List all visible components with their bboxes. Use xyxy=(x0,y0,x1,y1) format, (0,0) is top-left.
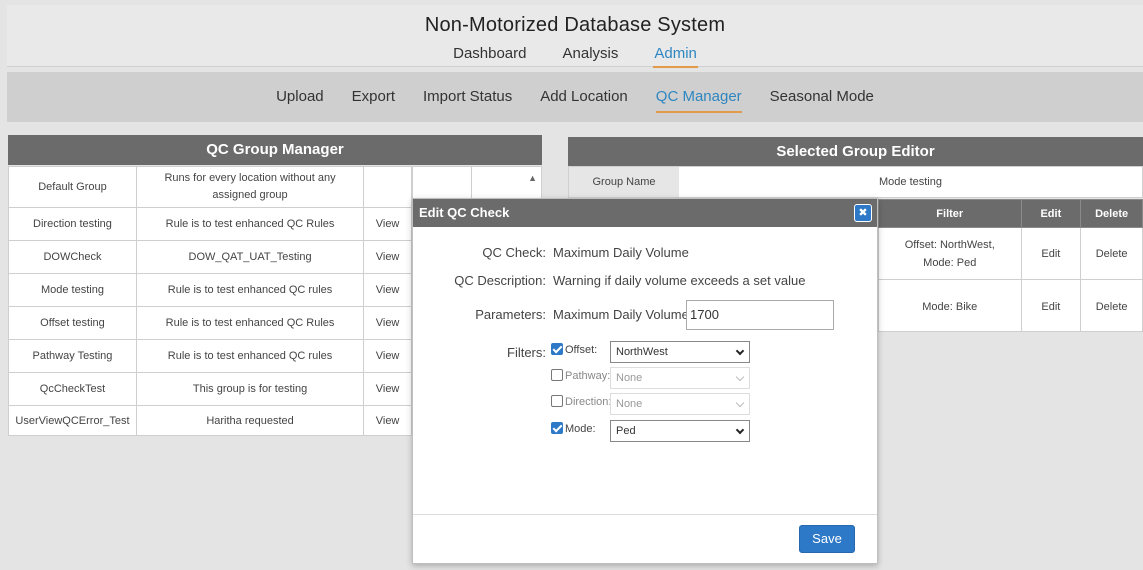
group-name: Mode testing xyxy=(8,273,137,307)
offset-select[interactable]: NorthWest xyxy=(610,341,750,363)
filter-description: Offset: NorthWest, Mode: Ped xyxy=(878,227,1022,280)
close-icon[interactable]: ✖ xyxy=(854,204,872,222)
mode-select[interactable]: Ped xyxy=(610,420,750,442)
app-header: Non-Motorized Database System Dashboard … xyxy=(7,5,1143,68)
group-description: Runs for every location without any assi… xyxy=(135,166,365,208)
dialog-footer-divider xyxy=(413,514,877,515)
app-title: Non-Motorized Database System xyxy=(424,14,726,36)
view-link[interactable]: View xyxy=(363,240,412,274)
delete-link[interactable]: Delete xyxy=(1080,279,1143,332)
filter-pathway-label: Pathway: xyxy=(551,369,610,382)
table-row: Mode: Bike Edit Delete xyxy=(878,279,1143,332)
subnav-import-status[interactable]: Import Status xyxy=(423,88,512,113)
group-name: Offset testing xyxy=(8,306,137,340)
chevron-down-icon xyxy=(735,372,745,382)
qc-check-label: QC Check: xyxy=(482,245,546,260)
admin-subnav: Upload Export Import Status Add Location… xyxy=(7,88,1143,113)
group-name: Direction testing xyxy=(8,207,137,241)
qc-check-value: Maximum Daily Volume xyxy=(553,245,689,260)
offset-checkbox[interactable] xyxy=(551,343,563,355)
chevron-down-icon xyxy=(735,398,745,408)
maximum-daily-volume-input[interactable]: 1700 xyxy=(686,300,834,330)
group-description: DOW_QAT_UAT_Testing xyxy=(135,240,365,274)
qc-description-label: QC Description: xyxy=(454,273,546,288)
edit-qc-check-dialog: Edit QC Check ✖ QC Check: Maximum Daily … xyxy=(412,198,878,564)
view-link[interactable]: View xyxy=(363,306,412,340)
subnav-upload[interactable]: Upload xyxy=(276,88,324,113)
table-row[interactable]: Pathway Testing Rule is to test enhanced… xyxy=(8,339,412,373)
pathway-select: None xyxy=(610,367,750,389)
table-row[interactable]: UserViewQCError_Test Haritha requested V… xyxy=(8,405,412,436)
filter-offset-label: Offset: xyxy=(551,343,597,356)
filter-offset: Offset: NorthWest xyxy=(551,341,881,363)
admin-subnav-bar: Upload Export Import Status Add Location… xyxy=(7,72,1143,122)
filter-description: Mode: Bike xyxy=(878,279,1022,332)
column-header-delete: Delete xyxy=(1080,199,1143,228)
group-description: Rule is to test enhanced QC Rules xyxy=(135,306,365,340)
nav-dashboard[interactable]: Dashboard xyxy=(452,45,527,68)
table-row[interactable]: Mode testing Rule is to test enhanced QC… xyxy=(8,273,412,307)
view-link[interactable]: View xyxy=(363,273,412,307)
group-name: QcCheckTest xyxy=(8,372,137,406)
edit-link[interactable]: Edit xyxy=(1020,227,1082,280)
nav-admin[interactable]: Admin xyxy=(653,45,698,68)
column-header-edit: Edit xyxy=(1020,199,1082,228)
dialog-header: Edit QC Check ✖ xyxy=(413,199,877,227)
delete-link[interactable]: Delete xyxy=(1080,227,1143,280)
group-name: Default Group xyxy=(8,166,137,208)
table-row[interactable]: Default Group Runs for every location wi… xyxy=(8,166,412,208)
group-name: DOWCheck xyxy=(8,240,137,274)
group-name: Pathway Testing xyxy=(8,339,137,373)
group-description: Haritha requested xyxy=(135,405,365,436)
nav-analysis[interactable]: Analysis xyxy=(562,45,620,68)
group-filters-table: Filter Edit Delete Offset: NorthWest, Mo… xyxy=(878,199,1143,332)
view-link[interactable]: View xyxy=(363,339,412,373)
filters-label: Filters: xyxy=(507,345,546,360)
subnav-export[interactable]: Export xyxy=(352,88,395,113)
filter-mode: Mode: Ped xyxy=(551,420,881,442)
subnav-qc-manager[interactable]: QC Manager xyxy=(655,88,742,113)
group-description: Rule is to test enhanced QC rules xyxy=(135,339,365,373)
mode-checkbox[interactable] xyxy=(551,422,563,434)
filter-direction-label: Direction: xyxy=(551,395,611,408)
qc-group-manager-header: QC Group Manager xyxy=(8,135,542,165)
qc-description-value: Warning if daily volume exceeds a set va… xyxy=(553,273,806,288)
table-row[interactable]: DOWCheck DOW_QAT_UAT_Testing View xyxy=(8,240,412,274)
group-description: Rule is to test enhanced QC rules xyxy=(135,273,365,307)
filter-pathway: Pathway: None xyxy=(551,367,881,389)
subnav-add-location[interactable]: Add Location xyxy=(540,88,628,113)
scroll-up-icon[interactable]: ▲ xyxy=(528,173,537,183)
group-name-label: Group Name xyxy=(569,167,679,197)
view-link[interactable]: View xyxy=(363,405,412,436)
table-row[interactable]: Direction testing Rule is to test enhanc… xyxy=(8,207,412,241)
table-row[interactable]: Offset testing Rule is to test enhanced … xyxy=(8,306,412,340)
group-name-row: Group Name Mode testing xyxy=(568,166,1143,198)
selected-group-editor-header: Selected Group Editor xyxy=(568,137,1143,167)
group-description: This group is for testing xyxy=(135,372,365,406)
direction-checkbox[interactable] xyxy=(551,395,563,407)
table-row[interactable]: QcCheckTest This group is for testing Vi… xyxy=(8,372,412,406)
qc-group-table: Default Group Runs for every location wi… xyxy=(8,166,412,436)
subnav-seasonal-mode[interactable]: Seasonal Mode xyxy=(770,88,874,113)
chevron-down-icon xyxy=(735,425,745,435)
dialog-title: Edit QC Check xyxy=(419,205,510,220)
save-button[interactable]: Save xyxy=(799,525,855,553)
chevron-down-icon xyxy=(735,346,745,356)
group-name-value: Mode testing xyxy=(879,176,942,188)
group-description: Rule is to test enhanced QC Rules xyxy=(135,207,365,241)
pathway-checkbox[interactable] xyxy=(551,369,563,381)
direction-select: None xyxy=(610,393,750,415)
table-row: Offset: NorthWest, Mode: Ped Edit Delete xyxy=(878,227,1143,280)
parameters-label: Parameters: xyxy=(475,307,546,322)
edit-link[interactable]: Edit xyxy=(1020,279,1082,332)
filter-mode-label: Mode: xyxy=(551,422,596,435)
filter-direction: Direction: None xyxy=(551,393,881,415)
view-link[interactable] xyxy=(363,166,412,208)
view-link[interactable]: View xyxy=(363,207,412,241)
parameter-name: Maximum Daily Volume xyxy=(553,307,689,322)
group-name: UserViewQCError_Test xyxy=(8,405,137,436)
main-nav: Dashboard Analysis Admin xyxy=(7,45,1143,68)
view-link[interactable]: View xyxy=(363,372,412,406)
column-header-filter: Filter xyxy=(878,199,1022,228)
